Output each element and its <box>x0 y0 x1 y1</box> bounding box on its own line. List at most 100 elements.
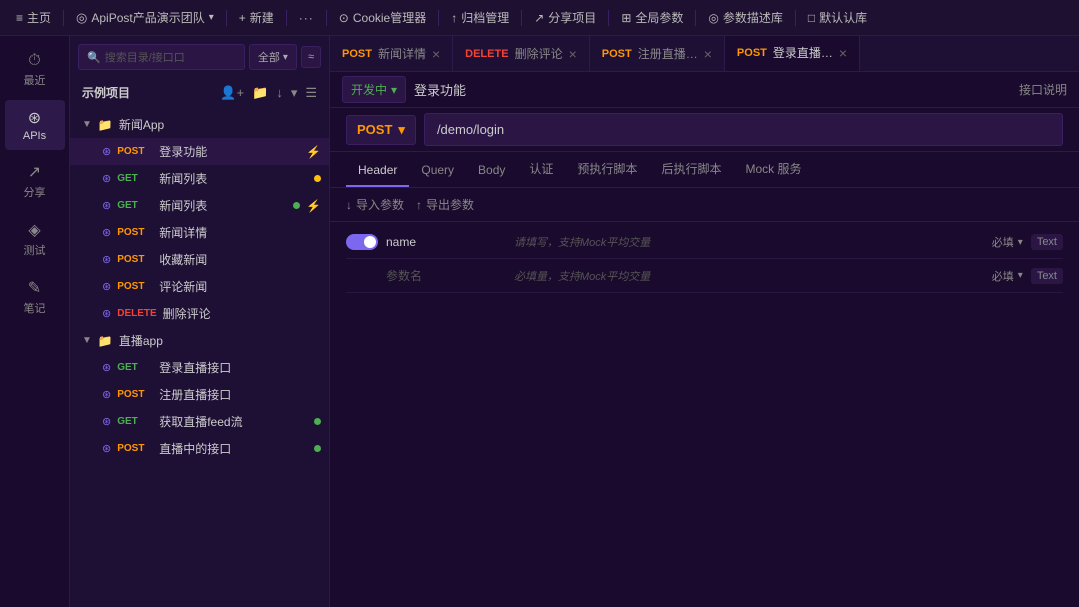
param-type-2[interactable]: Text <box>1031 268 1063 284</box>
top-menubar: ≡ ≡ 主页 主页 ◎ ApiPost产品演示团队 ▾ + 新建 ··· ⊙ C… <box>0 0 1079 36</box>
param-toggle-name[interactable] <box>346 234 378 250</box>
param-toggle-empty[interactable] <box>346 268 378 284</box>
export-icon[interactable]: ↓ <box>276 85 283 101</box>
tree-item-collect-news[interactable]: ⊛ POST 收藏新闻 <box>70 246 329 273</box>
sidebar-item-notes[interactable]: ✎ 笔记 <box>5 270 65 324</box>
menu-more[interactable]: ··· <box>291 7 322 29</box>
filter-label: 全部 <box>258 49 280 65</box>
tree-item-news-detail[interactable]: ⊛ POST 新闻详情 <box>70 219 329 246</box>
sidebar-item-recent[interactable]: ⏱ 最近 <box>5 44 65 96</box>
list-icon[interactable]: ☰ <box>305 85 317 101</box>
plus-icon: + <box>239 11 246 25</box>
folder-icon: 📁 <box>98 118 113 132</box>
search-input[interactable]: 搜索目录/接口口 <box>105 49 185 65</box>
recent-icon: ⏱ <box>28 52 40 70</box>
sidebar-item-apis[interactable]: ⊛ APIs <box>5 100 65 150</box>
add-folder-icon[interactable]: 📁 <box>252 85 268 101</box>
tab-close-4[interactable]: × <box>839 46 847 60</box>
menu-cookie[interactable]: ⊙ Cookie管理器 <box>331 5 434 30</box>
status-chevron-icon: ▾ <box>391 83 397 97</box>
param-tab-header[interactable]: Header <box>346 155 409 187</box>
add-user-icon[interactable]: 👤+ <box>220 85 244 101</box>
menu-share[interactable]: ↗ 分享项目 <box>526 5 604 30</box>
folder-arrow-icon: ▼ <box>82 119 92 130</box>
home-icon: ≡ <box>16 11 23 25</box>
param-required-2[interactable]: 必填 ▾ <box>992 268 1023 284</box>
export-params-button[interactable]: ↑ 导出参数 <box>416 196 474 213</box>
menu-global-params[interactable]: ⊞ 全局参数 <box>613 5 691 30</box>
param-tab-body[interactable]: Body <box>466 155 517 187</box>
tree-item-live-login[interactable]: ⊛ GET 登录直播接口 <box>70 354 329 381</box>
tab-close-2[interactable]: × <box>569 47 577 61</box>
param-type-1[interactable]: Text <box>1031 234 1063 250</box>
param-tab-pre-script[interactable]: 预执行脚本 <box>565 152 649 187</box>
share-icon: ↗ <box>534 11 544 25</box>
tree-item-live-feed[interactable]: ⊛ GET 获取直播feed流 <box>70 408 329 435</box>
tree-item-delete-comment[interactable]: ⊛ DELETE 删除评论 <box>70 300 329 327</box>
folder-news-app[interactable]: ▼ 📁 新闻App <box>70 111 329 138</box>
param-tab-mock[interactable]: Mock 服务 <box>733 152 813 187</box>
link-icon-5: ⊛ <box>102 253 111 266</box>
param-empty-name-field[interactable]: 参数名 <box>386 267 506 284</box>
status-dot-green-1 <box>293 202 300 209</box>
param-name-field[interactable]: name <box>386 235 506 249</box>
tree-item-news-list-1[interactable]: ⊛ GET 新闻列表 <box>70 165 329 192</box>
folder-arrow-live-icon: ▼ <box>82 335 92 346</box>
import-params-button[interactable]: ↓ 导入参数 <box>346 196 404 213</box>
env-button[interactable]: ≈ <box>301 46 321 68</box>
param-row-empty: 参数名 必填量，支持Mock平均交量 必填 ▾ Text <box>346 259 1063 293</box>
tree-item-login[interactable]: ⊛ POST 登录功能 ⚡ <box>70 138 329 165</box>
tree-item-comment-news[interactable]: ⊛ POST 评论新闻 <box>70 273 329 300</box>
tab-live-register[interactable]: POST 注册直播… × <box>590 36 725 72</box>
param-tab-auth[interactable]: 认证 <box>517 152 565 187</box>
param-row-name: name 请填写，支持Mock平均交量 必填 ▾ Text <box>346 226 1063 259</box>
menu-new[interactable]: + 新建 <box>231 5 282 30</box>
search-box[interactable]: 🔍 搜索目录/接口口 <box>78 44 245 70</box>
tab-close-1[interactable]: × <box>432 47 440 61</box>
sidebar-item-share[interactable]: ↗ 分享 <box>5 154 65 208</box>
sidebar-item-test[interactable]: ◈ 测试 <box>5 212 65 266</box>
tab-news-detail[interactable]: POST 新闻详情 × <box>330 36 453 72</box>
sidebar-item-test-label: 测试 <box>24 242 46 258</box>
tree-item-news-list-2[interactable]: ⊛ GET 新闻列表 ⚡ <box>70 192 329 219</box>
param-value-placeholder-1[interactable]: 请填写，支持Mock平均交量 <box>514 234 984 250</box>
param-tab-post-script[interactable]: 后执行脚本 <box>649 152 733 187</box>
tree-item-live-api[interactable]: ⊛ POST 直播中的接口 <box>70 435 329 462</box>
method-badge-post-3: POST <box>117 254 153 265</box>
team-icon: ◎ <box>76 10 87 26</box>
param-value-placeholder-2[interactable]: 必填量，支持Mock平均交量 <box>514 268 984 284</box>
link-icon: ⊛ <box>102 145 111 158</box>
status-dropdown[interactable]: 开发中 ▾ <box>342 76 406 103</box>
tree-item-live-register[interactable]: ⊛ POST 注册直播接口 <box>70 381 329 408</box>
tab-login[interactable]: POST 登录直播… × <box>725 36 860 72</box>
interface-doc-button[interactable]: 接口说明 <box>1019 81 1067 98</box>
link-icon-11: ⊛ <box>102 442 111 455</box>
menu-home[interactable]: ≡ ≡ 主页 主页 <box>8 5 59 30</box>
url-input[interactable]: /demo/login <box>424 113 1063 146</box>
param-required-1[interactable]: 必填 ▾ <box>992 234 1023 250</box>
item-name-delete-comment: 删除评论 <box>163 305 321 322</box>
tab-label-delete-comment: 删除评论 <box>515 45 563 62</box>
file-panel-actions: 👤+ 📁 ↓ ▾ ☰ <box>220 85 317 101</box>
export-label: 导出参数 <box>426 196 474 213</box>
tab-method-post-1: POST <box>342 48 372 60</box>
menu-team[interactable]: ◎ ApiPost产品演示团队 ▾ <box>68 5 222 30</box>
menu-default-lib[interactable]: □ 默认认库 <box>800 5 875 30</box>
param-tab-query[interactable]: Query <box>409 155 466 187</box>
folder-live-icon: 📁 <box>98 334 113 348</box>
archive-icon: ↑ <box>451 11 457 25</box>
link-icon-4: ⊛ <box>102 226 111 239</box>
item-name-live-login: 登录直播接口 <box>159 359 321 376</box>
menu-archive[interactable]: ↑ 归档管理 <box>443 5 517 30</box>
menu-params-desc[interactable]: ◎ 参数描述库 <box>700 5 791 30</box>
tab-close-3[interactable]: × <box>704 47 712 61</box>
method-badge-delete-1: DELETE <box>117 308 156 319</box>
filter-button[interactable]: 全部 ▾ <box>249 44 297 70</box>
link-icon-9: ⊛ <box>102 388 111 401</box>
folder-live-app[interactable]: ▼ 📁 直播app <box>70 327 329 354</box>
url-value: /demo/login <box>437 122 504 137</box>
tab-delete-comment[interactable]: DELETE 删除评论 × <box>453 36 590 72</box>
chevron-down-icon[interactable]: ▾ <box>291 85 298 101</box>
bolt-icon: ⚡ <box>306 145 321 159</box>
method-selector[interactable]: POST ▾ <box>346 115 416 145</box>
